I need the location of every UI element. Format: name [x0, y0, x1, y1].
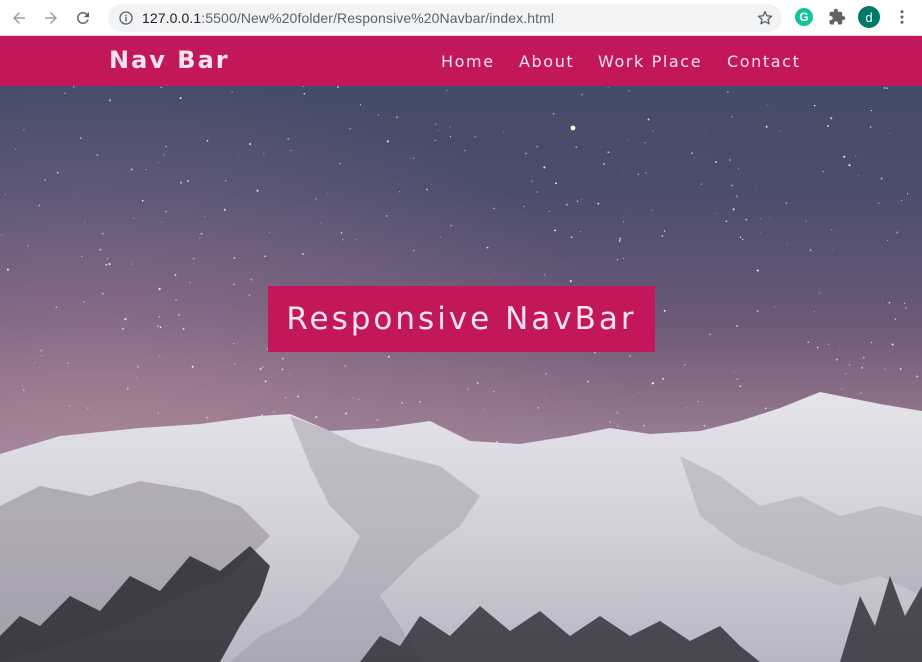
site-navbar: Nav Bar Home About Work Place Contact	[0, 36, 922, 86]
arrow-left-icon	[13, 11, 25, 24]
nav-link-work-place[interactable]: Work Place	[598, 52, 702, 71]
nav-link-about[interactable]: About	[519, 52, 574, 71]
browser-toolbar: 127.0.0.1:5500/New%20folder/Responsive%2…	[0, 0, 922, 36]
url-text[interactable]: 127.0.0.1:5500/New%20folder/Responsive%2…	[142, 10, 554, 26]
back-button[interactable]	[6, 5, 32, 31]
more-vert-icon[interactable]	[891, 6, 913, 28]
forward-button[interactable]	[38, 5, 64, 31]
brand-logo[interactable]: Nav Bar	[109, 46, 230, 74]
hero-title-box: Responsive NavBar	[268, 286, 655, 352]
nav-link-home[interactable]: Home	[441, 52, 495, 71]
profile-avatar[interactable]: d	[858, 6, 880, 28]
reload-icon	[77, 11, 89, 24]
info-icon[interactable]	[118, 10, 134, 26]
address-bar[interactable]: 127.0.0.1:5500/New%20folder/Responsive%2…	[108, 4, 782, 32]
grammarly-extension-icon[interactable]: G	[795, 8, 813, 26]
bookmark-star-icon[interactable]	[756, 9, 774, 27]
page-viewport: Nav Bar Home About Work Place Contact Re…	[0, 36, 922, 662]
hero-title: Responsive NavBar	[286, 301, 637, 337]
puzzle-icon[interactable]	[826, 6, 848, 28]
reload-button[interactable]	[70, 5, 96, 31]
nav-link-contact[interactable]: Contact	[727, 52, 800, 71]
arrow-right-icon	[45, 11, 57, 24]
